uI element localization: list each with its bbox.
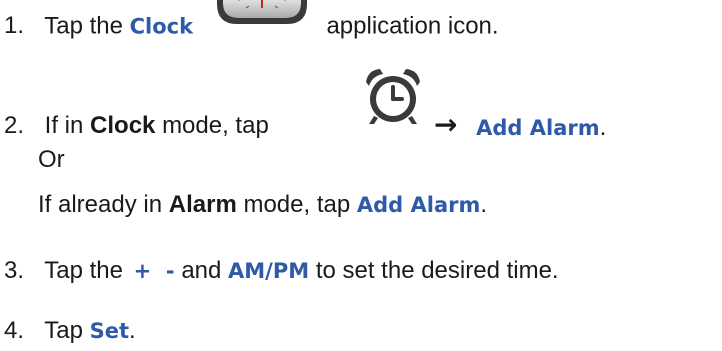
plus-term: + (133, 259, 152, 283)
clock-mode-label: Clock (90, 112, 156, 139)
step-text: If already in (38, 191, 163, 218)
step-text-end: to set the desired time. (315, 257, 559, 284)
ampm-term: AM/PM (228, 259, 310, 283)
step-number: 1. (4, 12, 25, 40)
step-1: 1. Tap the Clock application icon. (4, 0, 499, 46)
step-text: and (181, 257, 222, 284)
step-text: Tap the (44, 12, 123, 40)
step-period: . (129, 317, 136, 344)
alarm-mode-label: Alarm (168, 191, 237, 218)
alarm-clock-icon (362, 66, 424, 133)
arrow-icon: → (434, 108, 458, 141)
step-period: . (599, 114, 607, 141)
step-2-line-2: If already in Alarm mode, tap Add Alarm. (38, 190, 487, 220)
step-period: . (480, 191, 488, 218)
clock-term: Clock (129, 14, 194, 39)
step-2-line-1-tail: → Add Alarm. (434, 108, 607, 143)
step-text-end: application icon. (326, 12, 499, 40)
add-alarm-term: Add Alarm (356, 193, 481, 217)
step-2-or: Or (38, 145, 65, 175)
clock-app-icon (214, 0, 310, 32)
step-3: 3. Tap the + - and AM/PM to set the desi… (4, 256, 559, 286)
step-number: 2. (4, 112, 25, 139)
step-text: Tap (44, 317, 83, 344)
set-term: Set (89, 319, 130, 343)
step-text: mode, tap (243, 191, 351, 218)
minus-term: - (165, 259, 175, 283)
step-2-line-1: 2. If in Clock mode, tap (4, 111, 269, 141)
add-alarm-term: Add Alarm (476, 116, 600, 140)
step-text: mode, tap (162, 112, 269, 139)
step-4: 4. Tap Set. (4, 316, 136, 346)
step-number: 4. (4, 317, 25, 344)
step-number: 3. (4, 257, 25, 284)
step-text: Tap the (44, 257, 123, 284)
step-text: If in (44, 112, 84, 139)
or-text: Or (38, 146, 65, 173)
